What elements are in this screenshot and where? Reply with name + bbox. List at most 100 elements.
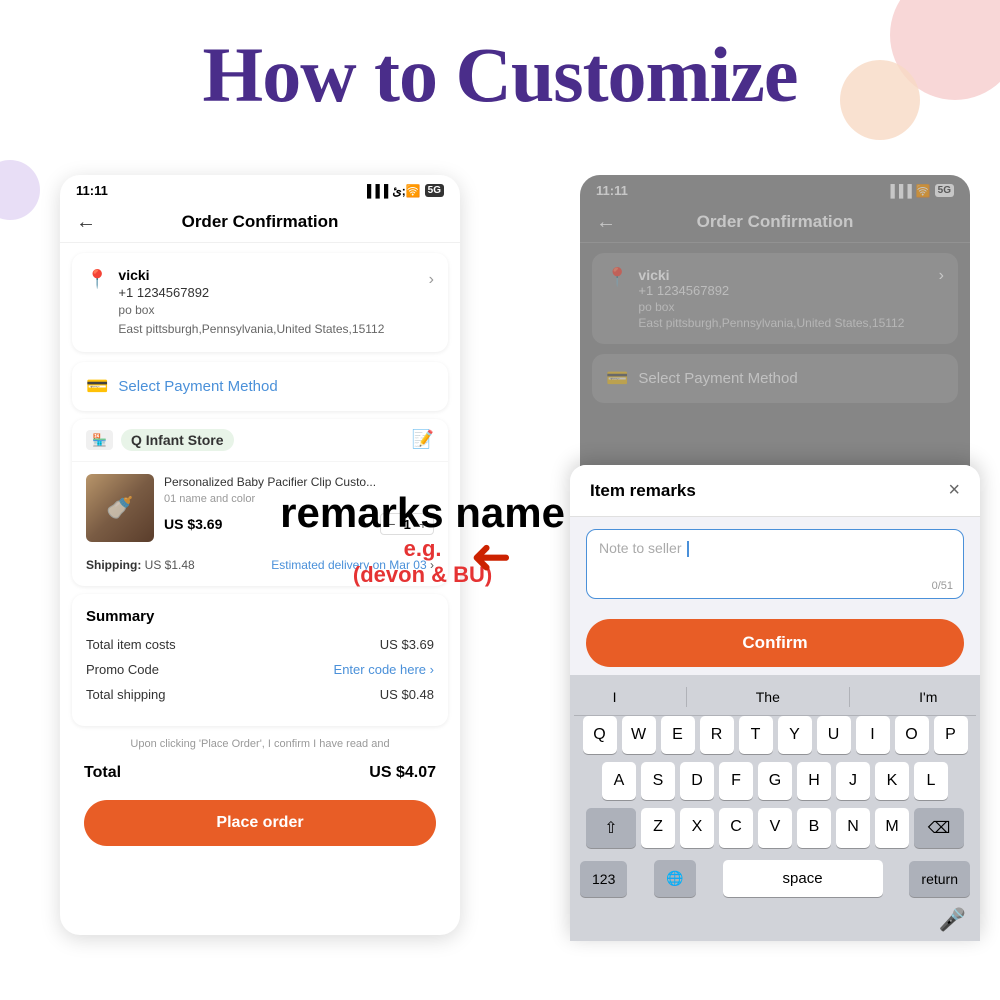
- promo-label: Promo Code: [86, 662, 159, 677]
- keyboard-row-1: Q W E R T Y U I O P: [574, 716, 976, 754]
- payment-label: Select Payment Method: [118, 378, 434, 395]
- key-microphone[interactable]: 🎤: [939, 907, 966, 933]
- key-delete[interactable]: ⌫: [914, 808, 964, 848]
- status-bar: 11:11 ▐▐▐ ئ;🛜 5G: [60, 175, 460, 202]
- keyboard-bottom-row: 123 🌐 space return: [574, 856, 976, 907]
- item-costs-label: Total item costs: [86, 637, 176, 652]
- key-y[interactable]: Y: [778, 716, 812, 754]
- key-w[interactable]: W: [622, 716, 656, 754]
- key-globe[interactable]: 🌐: [654, 860, 695, 897]
- address-card[interactable]: 📍 vicki +1 1234567892 po box East pittsb…: [72, 253, 448, 352]
- key-shift[interactable]: ⇧: [586, 808, 636, 848]
- key-t[interactable]: T: [739, 716, 773, 754]
- keyboard-suggestions: I The I'm: [574, 681, 976, 716]
- key-d[interactable]: D: [680, 762, 714, 800]
- suggestion-the[interactable]: The: [748, 687, 788, 707]
- key-n[interactable]: N: [836, 808, 870, 848]
- shipping-price: US $1.48: [145, 558, 195, 572]
- edit-icon[interactable]: 📝: [412, 429, 434, 450]
- summary-title: Summary: [86, 608, 434, 625]
- total-value: US $4.07: [369, 764, 436, 782]
- modal-title: Item remarks: [590, 481, 696, 501]
- key-c[interactable]: C: [719, 808, 753, 848]
- summary-section: Summary Total item costs US $3.69 Promo …: [72, 594, 448, 726]
- product-title: Personalized Baby Pacifier Clip Custo...: [164, 474, 434, 491]
- key-s[interactable]: S: [641, 762, 675, 800]
- shipping-total-value: US $0.48: [380, 687, 434, 702]
- suggestion-im[interactable]: I'm: [911, 687, 945, 707]
- network-badge: 5G: [425, 184, 444, 197]
- status-icons: ▐▐▐ ئ;🛜 5G: [363, 184, 444, 198]
- summary-promo-row[interactable]: Promo Code Enter code here ›: [86, 662, 434, 677]
- modal-header: Item remarks ×: [570, 465, 980, 517]
- product-image: 🍼: [86, 474, 154, 542]
- key-space[interactable]: space: [723, 860, 883, 897]
- key-a[interactable]: A: [602, 762, 636, 800]
- key-j[interactable]: J: [836, 762, 870, 800]
- address-pobox: po box: [118, 302, 418, 319]
- product-price: US $3.69: [164, 516, 222, 532]
- store-header: 🏪 Q Infant Store 📝: [72, 419, 448, 462]
- payment-method-card[interactable]: 💳 Select Payment Method: [72, 362, 448, 411]
- address-phone: +1 1234567892: [118, 285, 418, 300]
- key-f[interactable]: F: [719, 762, 753, 800]
- key-v[interactable]: V: [758, 808, 792, 848]
- item-costs-value: US $3.69: [380, 637, 434, 652]
- suggestion-i[interactable]: I: [605, 687, 625, 707]
- key-u[interactable]: U: [817, 716, 851, 754]
- key-i[interactable]: I: [856, 716, 890, 754]
- example-text: (devon & BU): [280, 562, 565, 588]
- keyboard-row-2: A S D F G H J K L: [574, 762, 976, 800]
- shipping-total-label: Total shipping: [86, 687, 166, 702]
- key-l[interactable]: L: [914, 762, 948, 800]
- key-k[interactable]: K: [875, 762, 909, 800]
- product-thumbnail: 🍼: [86, 474, 154, 542]
- store-name: Q Infant Store: [121, 429, 234, 451]
- key-h[interactable]: H: [797, 762, 831, 800]
- input-placeholder: Note to seller: [599, 540, 681, 556]
- suggestion-divider-1: [686, 687, 687, 707]
- char-count: 0/51: [932, 580, 953, 592]
- location-icon: 📍: [86, 269, 108, 290]
- modal-close-button[interactable]: ×: [948, 479, 960, 502]
- note-to-seller-input[interactable]: Note to seller 0/51: [586, 529, 964, 599]
- back-button[interactable]: ←: [76, 211, 96, 234]
- key-z[interactable]: Z: [641, 808, 675, 848]
- wifi-icon: ئ;🛜: [392, 184, 420, 198]
- key-numbers[interactable]: 123: [580, 861, 627, 897]
- promo-value[interactable]: Enter code here ›: [334, 662, 434, 677]
- key-q[interactable]: Q: [583, 716, 617, 754]
- keyboard-mic-row: 🎤: [574, 907, 976, 941]
- key-x[interactable]: X: [680, 808, 714, 848]
- key-p[interactable]: P: [934, 716, 968, 754]
- store-icon: 🏪: [86, 430, 113, 450]
- key-g[interactable]: G: [758, 762, 792, 800]
- key-r[interactable]: R: [700, 716, 734, 754]
- disclaimer-text: Upon clicking 'Place Order', I confirm I…: [60, 734, 460, 754]
- shipping-label: Shipping:: [86, 558, 141, 572]
- virtual-keyboard[interactable]: I The I'm Q W E R T Y U I O P A S D F G …: [570, 675, 980, 941]
- key-e[interactable]: E: [661, 716, 695, 754]
- signal-icon: ▐▐▐: [363, 184, 389, 198]
- key-return[interactable]: return: [909, 861, 970, 897]
- place-order-button[interactable]: Place order: [84, 800, 436, 846]
- address-info: vicki +1 1234567892 po box East pittsbur…: [118, 267, 418, 338]
- summary-shipping-row: Total shipping US $0.48: [86, 687, 434, 702]
- eg-text: e.g.: [280, 536, 565, 562]
- keyboard-row-3: ⇧ Z X C V B N M ⌫: [574, 808, 976, 848]
- decorative-circle-purple: [0, 160, 40, 220]
- right-phone-screenshot: 11:11 ▐▐▐ 🛜 5G ← Order Confirmation 📍 vi…: [580, 175, 970, 475]
- annotation-box: remarks name e.g. (devon & BU): [280, 490, 565, 588]
- right-phone-overlay: [580, 175, 970, 475]
- phone-header: ← Order Confirmation: [60, 202, 460, 243]
- key-m[interactable]: M: [875, 808, 909, 848]
- page-title: How to Customize: [0, 30, 1000, 120]
- key-o[interactable]: O: [895, 716, 929, 754]
- status-time: 11:11: [76, 183, 108, 198]
- text-cursor: [687, 541, 689, 557]
- suggestion-divider-2: [849, 687, 850, 707]
- confirm-button[interactable]: Confirm: [586, 619, 964, 667]
- total-row: Total US $4.07: [60, 754, 460, 792]
- remarks-name-text: remarks name: [280, 490, 565, 536]
- key-b[interactable]: B: [797, 808, 831, 848]
